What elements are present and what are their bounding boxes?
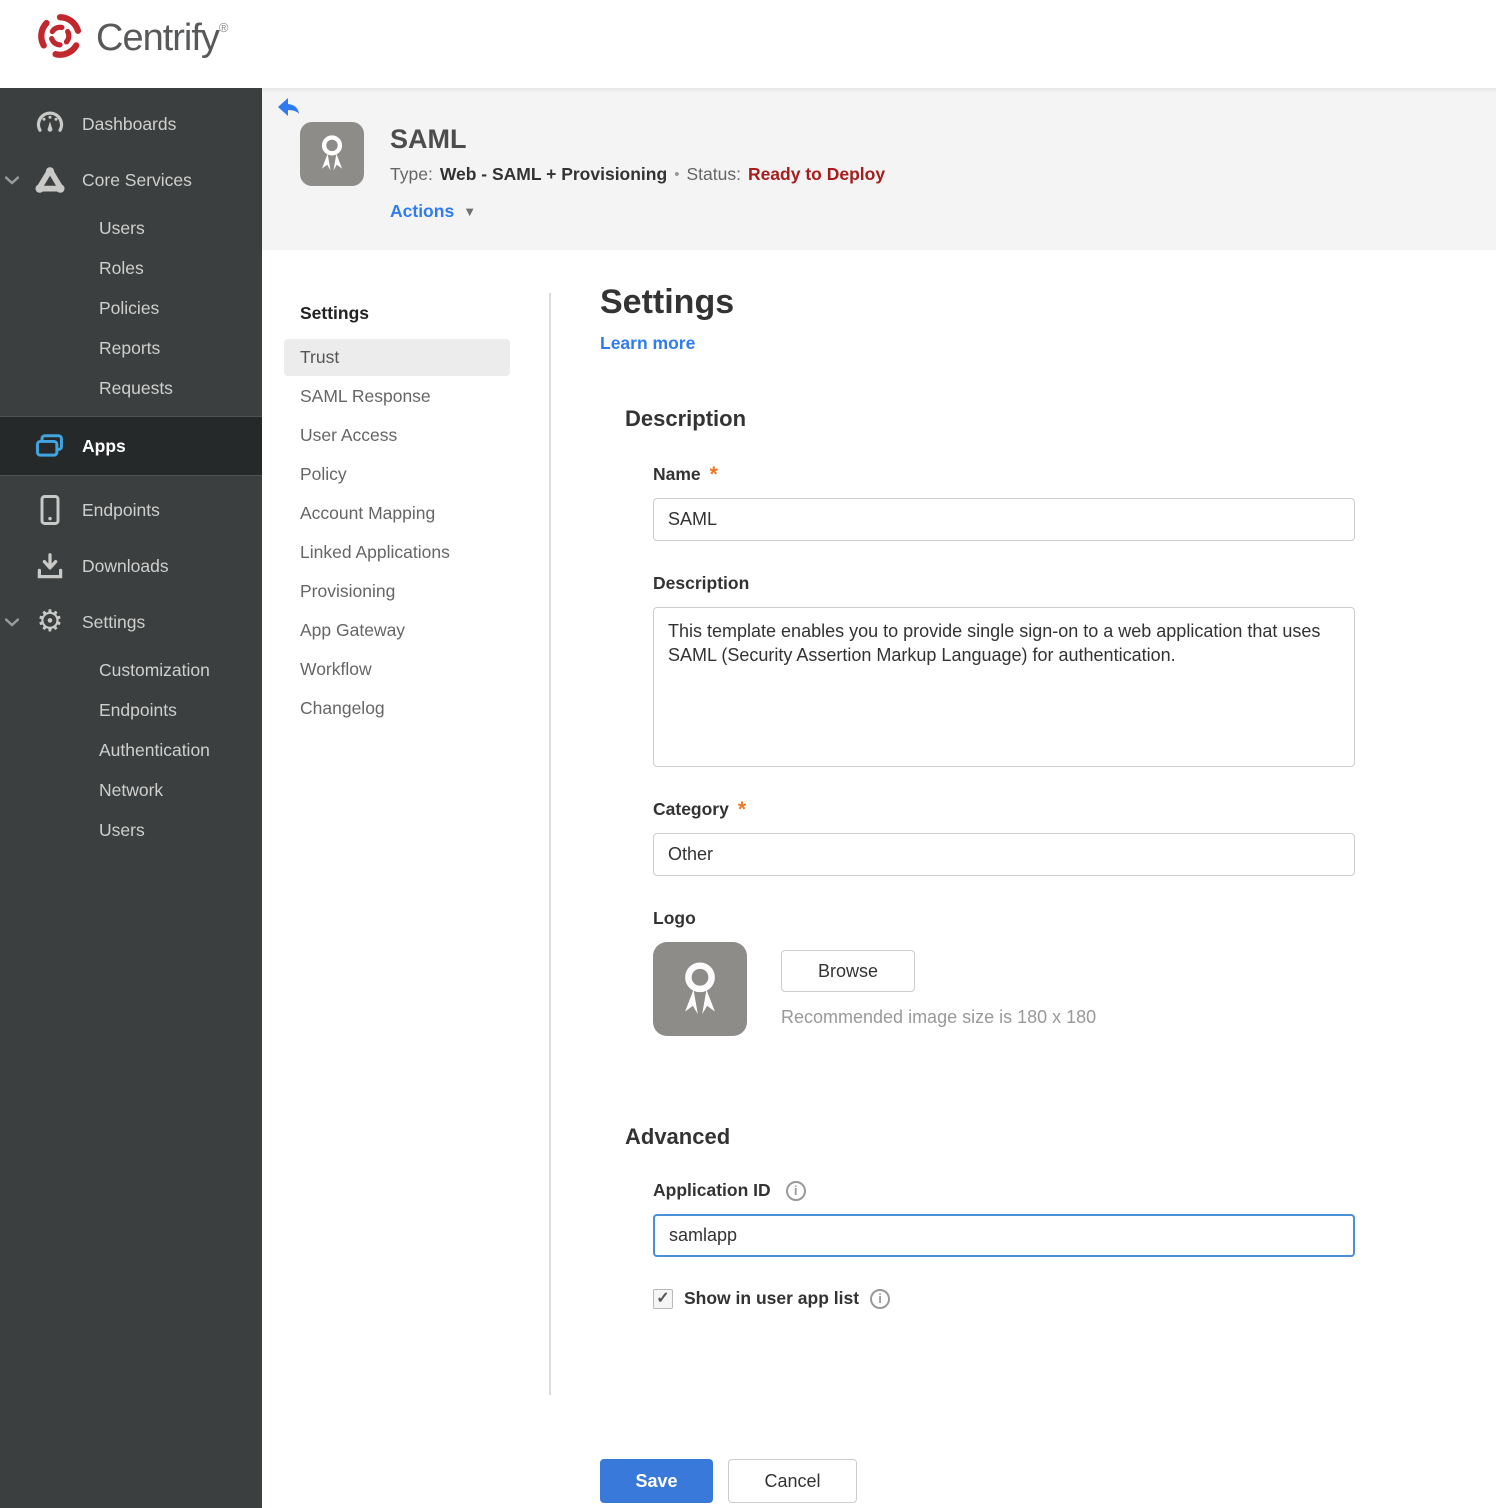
sidebar-item-endpoints[interactable]: Endpoints <box>0 482 262 538</box>
logo-preview <box>653 942 747 1036</box>
sidebar-item-dashboards[interactable]: Dashboards <box>0 96 262 152</box>
download-icon <box>33 551 67 581</box>
actions-dropdown[interactable]: Actions ▼ <box>390 201 476 222</box>
type-label: Type: <box>390 164 433 184</box>
app-meta: Type: Web - SAML + Provisioning • Status… <box>390 164 885 185</box>
required-asterisk: * <box>709 462 718 486</box>
description-textarea[interactable]: This template enables you to provide sin… <box>653 607 1355 767</box>
sidebar-item-label: Apps <box>82 435 126 456</box>
required-asterisk: * <box>737 797 747 821</box>
subnav-item-account-mapping[interactable]: Account Mapping <box>284 495 510 532</box>
app-header: SAML Type: Web - SAML + Provisioning • S… <box>262 88 1496 250</box>
cancel-button[interactable]: Cancel <box>728 1459 857 1503</box>
sidebar-item-settings-users[interactable]: Users <box>0 810 262 850</box>
sidebar-item-downloads[interactable]: Downloads <box>0 538 262 594</box>
sidebar-item-network[interactable]: Network <box>0 770 262 810</box>
subnav-item-changelog[interactable]: Changelog <box>284 690 510 727</box>
sidebar: Dashboards Core Services Users Roles Pol… <box>0 88 262 1508</box>
app-logo <box>300 122 364 186</box>
content: Settings Trust SAML Response User Access… <box>262 250 1496 1508</box>
sidebar-item-label: Settings <box>82 611 146 632</box>
award-ribbon-icon <box>669 956 731 1023</box>
subnav-item-workflow[interactable]: Workflow <box>284 651 510 688</box>
sidebar-item-customization[interactable]: Customization <box>0 650 262 690</box>
sidebar-item-authentication[interactable]: Authentication <box>0 730 262 770</box>
status-label: Status: <box>686 164 741 184</box>
core-services-icon <box>33 165 67 195</box>
description-section-heading: Description <box>625 406 747 431</box>
chevron-down-icon <box>4 618 20 627</box>
app-name: SAML <box>390 124 467 154</box>
advanced-fields: Application ID i ✓ Show in user app list… <box>653 1180 1355 1309</box>
page-title: Settings <box>600 283 735 321</box>
subnav-item-provisioning[interactable]: Provisioning <box>284 573 510 610</box>
sidebar-item-settings[interactable]: ⚙ Settings <box>0 594 262 650</box>
sidebar-item-requests[interactable]: Requests <box>0 368 262 408</box>
sidebar-item-apps[interactable]: Apps <box>0 416 262 476</box>
gauge-icon <box>33 109 67 139</box>
sidebar-item-core-services[interactable]: Core Services <box>0 152 262 208</box>
browse-button[interactable]: Browse <box>781 950 915 992</box>
page: Centrify® Dashboards Core Services Users… <box>0 0 1496 1508</box>
award-ribbon-icon <box>311 131 353 178</box>
chevron-down-icon <box>4 176 20 185</box>
status-badge: Ready to Deploy <box>747 164 886 184</box>
sidebar-item-users[interactable]: Users <box>0 208 262 248</box>
sidebar-item-label: Downloads <box>82 555 169 576</box>
centrify-logo-icon <box>36 12 84 65</box>
description-fields: Name * Description This template enables… <box>653 464 1355 1036</box>
top-bar: Centrify® <box>0 0 1496 88</box>
application-id-input[interactable] <box>653 1214 1355 1257</box>
subnav-item-linked-applications[interactable]: Linked Applications <box>284 534 510 571</box>
subnav-title: Settings <box>300 303 370 323</box>
sidebar-item-settings-endpoints[interactable]: Endpoints <box>0 690 262 730</box>
subnav-item-app-gateway[interactable]: App Gateway <box>284 612 510 649</box>
sidebar-item-label: Core Services <box>82 169 192 190</box>
sidebar-item-reports[interactable]: Reports <box>0 328 262 368</box>
name-label: Name * <box>653 462 718 486</box>
back-arrow-icon <box>277 98 301 120</box>
type-value: Web - SAML + Provisioning <box>439 164 668 184</box>
advanced-section-heading: Advanced <box>625 1124 731 1149</box>
sidebar-item-label: Dashboards <box>82 113 177 134</box>
info-icon[interactable]: i <box>870 1288 891 1309</box>
device-icon <box>33 494 67 526</box>
info-icon[interactable]: i <box>785 1180 806 1201</box>
save-button[interactable]: Save <box>600 1459 713 1503</box>
header-text: SAML Type: Web - SAML + Provisioning • S… <box>390 124 885 185</box>
trademark: ® <box>218 20 229 35</box>
logo-controls: Browse Recommended image size is 180 x 1… <box>781 942 1096 1036</box>
learn-more-link[interactable]: Learn more <box>600 333 695 354</box>
settings-form: Settings Learn more Description Name * D… <box>600 283 1356 1503</box>
actions-label: Actions <box>390 201 455 221</box>
recommended-size-text: Recommended image size is 180 x 180 <box>781 1007 1097 1027</box>
application-id-label: Application ID i <box>653 1180 1355 1201</box>
brand-name: Centrify® <box>96 17 229 59</box>
name-input[interactable] <box>653 498 1355 541</box>
category-input[interactable] <box>653 833 1355 876</box>
sidebar-item-label: Endpoints <box>82 499 160 520</box>
sidebar-item-policies[interactable]: Policies <box>0 288 262 328</box>
sidebar-item-roles[interactable]: Roles <box>0 248 262 288</box>
description-label: Description <box>653 573 750 593</box>
form-footer: Save Cancel <box>600 1459 1356 1503</box>
show-in-user-app-list-row: ✓ Show in user app list i <box>653 1288 1355 1309</box>
subnav-item-trust[interactable]: Trust <box>284 339 510 376</box>
subnav-item-saml-response[interactable]: SAML Response <box>284 378 510 415</box>
dot-separator: • <box>674 166 680 183</box>
show-in-user-app-list-checkbox[interactable]: ✓ <box>653 1288 673 1309</box>
logo-label: Logo <box>653 908 696 928</box>
category-label: Category * <box>653 797 747 821</box>
subnav-item-user-access[interactable]: User Access <box>284 417 510 454</box>
caret-down-icon: ▼ <box>463 204 477 219</box>
vertical-divider <box>549 293 551 1395</box>
show-in-user-app-list-label: Show in user app list <box>684 1288 860 1308</box>
apps-icon <box>33 432 67 460</box>
logo-row: Browse Recommended image size is 180 x 1… <box>653 942 1355 1036</box>
subnav-item-policy[interactable]: Policy <box>284 456 510 493</box>
brand: Centrify® <box>36 12 228 65</box>
back-button[interactable] <box>275 95 303 119</box>
subnav: Settings Trust SAML Response User Access… <box>284 295 510 729</box>
